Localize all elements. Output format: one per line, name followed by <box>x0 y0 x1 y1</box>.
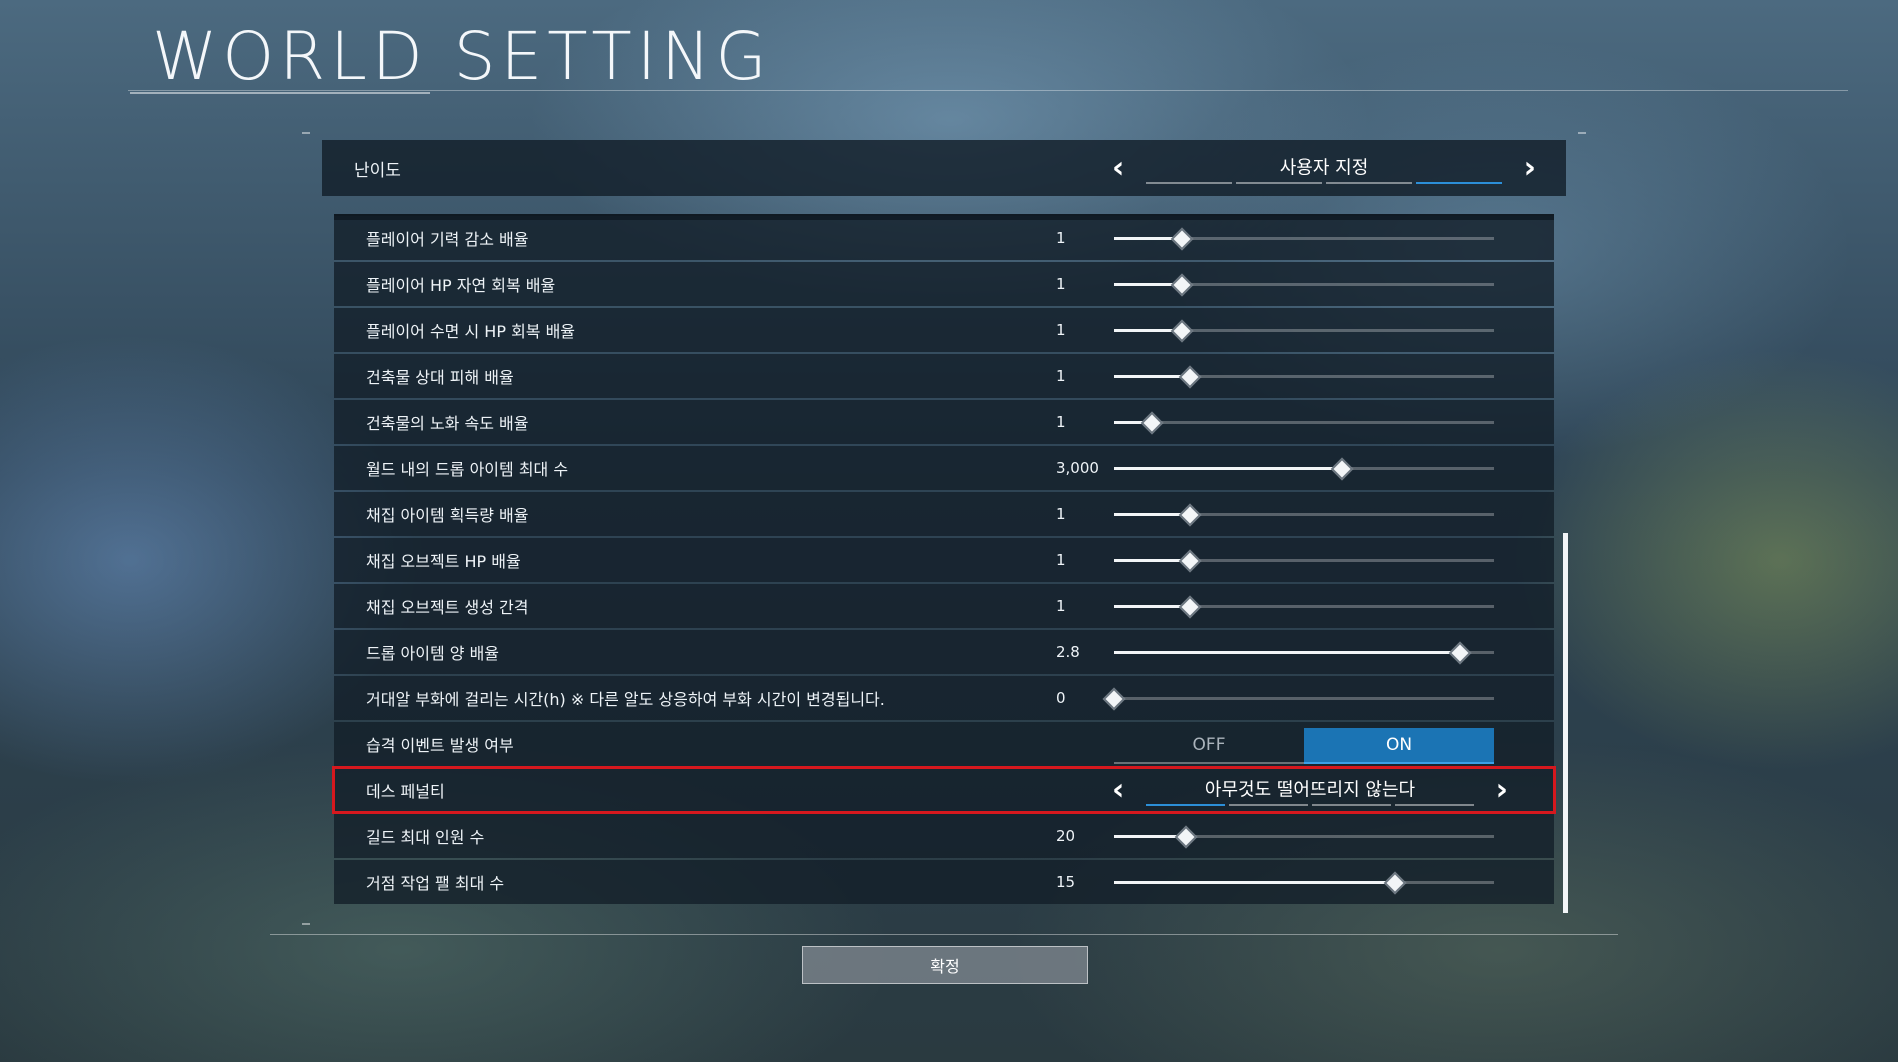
setting-row[interactable]: 건축물의 노화 속도 배율 1 <box>334 400 1554 444</box>
setting-slider[interactable] <box>1114 319 1494 342</box>
slider-thumb[interactable] <box>1140 411 1164 434</box>
setting-label: 채집 오브젝트 HP 배율 <box>366 552 521 571</box>
setting-value: 1 <box>1056 551 1066 569</box>
settings-scrollbar[interactable] <box>1563 533 1568 913</box>
slider-fill <box>1114 881 1396 884</box>
death-penalty-value: 아무것도 떨어뜨리지 않는다 <box>1204 779 1416 801</box>
setting-row[interactable]: 드롭 아이템 양 배율 2.8 <box>334 630 1554 674</box>
slider-fill <box>1114 467 1342 470</box>
setting-value: 1 <box>1056 275 1066 293</box>
setting-label: 거대알 부화에 걸리는 시간(h) ※ 다른 알도 상응하여 부화 시간이 변경… <box>366 690 885 709</box>
frame-corner <box>302 132 310 134</box>
difficulty-label: 난이도 <box>354 160 401 181</box>
confirm-button[interactable]: 확정 <box>802 946 1088 984</box>
setting-slider[interactable] <box>1114 549 1494 572</box>
setting-label: 채집 아이템 획득량 배율 <box>366 506 529 525</box>
setting-label: 플레이어 기력 감소 배율 <box>366 230 529 249</box>
setting-row[interactable]: 길드 최대 인원 수 20 <box>334 814 1554 858</box>
title-underline-accent <box>130 92 430 94</box>
setting-row[interactable]: 플레이어 수면 시 HP 회복 배율 1 <box>334 308 1554 352</box>
setting-slider[interactable] <box>1114 227 1494 250</box>
setting-slider[interactable] <box>1102 687 1494 710</box>
setting-row[interactable]: 거점 작업 팰 최대 수 15 <box>334 860 1554 904</box>
slider-thumb[interactable] <box>1102 687 1126 710</box>
setting-row[interactable]: 월드 내의 드롭 아이템 최대 수 3,000 <box>334 446 1554 490</box>
setting-slider[interactable] <box>1114 457 1494 480</box>
setting-row[interactable]: 플레이어 HP 자연 회복 배율 1 <box>334 262 1554 306</box>
slider-thumb[interactable] <box>1330 457 1354 480</box>
setting-label: 길드 최대 인원 수 <box>366 828 485 847</box>
setting-slider[interactable] <box>1114 503 1494 526</box>
slider-thumb[interactable] <box>1174 825 1198 848</box>
setting-row[interactable]: 채집 오브젝트 생성 간격 1 <box>334 584 1554 628</box>
bottom-divider <box>270 934 1618 935</box>
setting-label: 건축물 상대 피해 배율 <box>366 368 514 387</box>
slider-thumb[interactable] <box>1178 503 1202 526</box>
setting-label: 플레이어 HP 자연 회복 배율 <box>366 276 556 295</box>
frame-corner <box>302 923 310 925</box>
chevron-right-icon[interactable]: › <box>1496 773 1508 808</box>
setting-label: 거점 작업 팰 최대 수 <box>366 874 505 893</box>
setting-value: 1 <box>1056 367 1066 385</box>
difficulty-page-indicator <box>1146 182 1502 184</box>
difficulty-value: 사용자 지정 <box>1279 157 1369 179</box>
setting-label: 데스 페널티 <box>366 782 445 801</box>
setting-slider[interactable] <box>1114 641 1494 664</box>
slider-thumb[interactable] <box>1171 273 1194 296</box>
setting-row[interactable]: 거대알 부화에 걸리는 시간(h) ※ 다른 알도 상응하여 부화 시간이 변경… <box>334 676 1554 720</box>
page-title: WORLD SETTING <box>152 18 772 95</box>
setting-value: 20 <box>1056 827 1076 845</box>
title-divider <box>128 90 1848 91</box>
raid-event-toggle[interactable]: OFF ON <box>1114 728 1494 764</box>
setting-slider[interactable] <box>1114 411 1494 434</box>
settings-list: 플레이어 기력 감소 배율 1 플레이어 HP 자연 회복 배율 1 플레이어 수면 시… <box>332 216 1556 916</box>
setting-value: 3,000 <box>1056 459 1099 477</box>
slider-thumb[interactable] <box>1171 227 1194 250</box>
setting-value: 1 <box>1056 229 1066 247</box>
slider-thumb[interactable] <box>1178 595 1202 618</box>
slider-thumb[interactable] <box>1448 641 1472 664</box>
slider-thumb[interactable] <box>1383 871 1407 894</box>
difficulty-row: 난이도 ‹ 사용자 지정 › <box>322 140 1566 196</box>
setting-label: 채집 오브젝트 생성 간격 <box>366 598 529 617</box>
slider-thumb[interactable] <box>1171 319 1194 342</box>
setting-slider[interactable] <box>1114 825 1494 848</box>
setting-value: 2.8 <box>1056 643 1080 661</box>
setting-label: 플레이어 수면 시 HP 회복 배율 <box>366 322 576 341</box>
setting-slider[interactable] <box>1114 365 1494 388</box>
setting-label: 드롭 아이템 양 배율 <box>366 644 500 663</box>
setting-value: 1 <box>1056 597 1066 615</box>
setting-row[interactable]: 건축물 상대 피해 배율 1 <box>334 354 1554 398</box>
setting-slider[interactable] <box>1114 595 1494 618</box>
setting-row[interactable]: 채집 오브젝트 HP 배율 1 <box>334 538 1554 582</box>
slider-fill <box>1114 651 1460 654</box>
slider-thumb[interactable] <box>1178 549 1202 572</box>
setting-value: 15 <box>1056 873 1076 891</box>
setting-slider[interactable] <box>1114 871 1494 894</box>
setting-row[interactable]: 채집 아이템 획득량 배율 1 <box>334 492 1554 536</box>
toggle-on-option[interactable]: ON <box>1304 728 1494 764</box>
setting-value: 1 <box>1056 413 1066 431</box>
setting-label: 건축물의 노화 속도 배율 <box>366 414 529 433</box>
death-penalty-page-indicator <box>1146 804 1474 806</box>
chevron-right-icon[interactable]: › <box>1524 151 1536 186</box>
setting-value: 1 <box>1056 505 1066 523</box>
setting-row[interactable]: 습격 이벤트 발생 여부 OFF ON <box>334 722 1554 766</box>
setting-row[interactable]: 데스 페널티 ‹ 아무것도 떨어뜨리지 않는다 › <box>332 766 1556 814</box>
setting-row[interactable]: 플레이어 기력 감소 배율 1 <box>334 216 1554 260</box>
difficulty-selector[interactable]: ‹ 사용자 지정 › <box>1112 140 1536 196</box>
setting-label: 월드 내의 드롭 아이템 최대 수 <box>366 460 569 479</box>
slider-thumb[interactable] <box>1178 365 1202 388</box>
setting-slider[interactable] <box>1114 273 1494 296</box>
death-penalty-selector[interactable]: ‹ 아무것도 떨어뜨리지 않는다 › <box>1112 768 1508 812</box>
toggle-off-option[interactable]: OFF <box>1114 728 1304 764</box>
setting-label: 습격 이벤트 발생 여부 <box>366 736 514 755</box>
setting-value: 1 <box>1056 321 1066 339</box>
frame-corner <box>1578 132 1586 134</box>
setting-value: 0 <box>1056 689 1066 707</box>
